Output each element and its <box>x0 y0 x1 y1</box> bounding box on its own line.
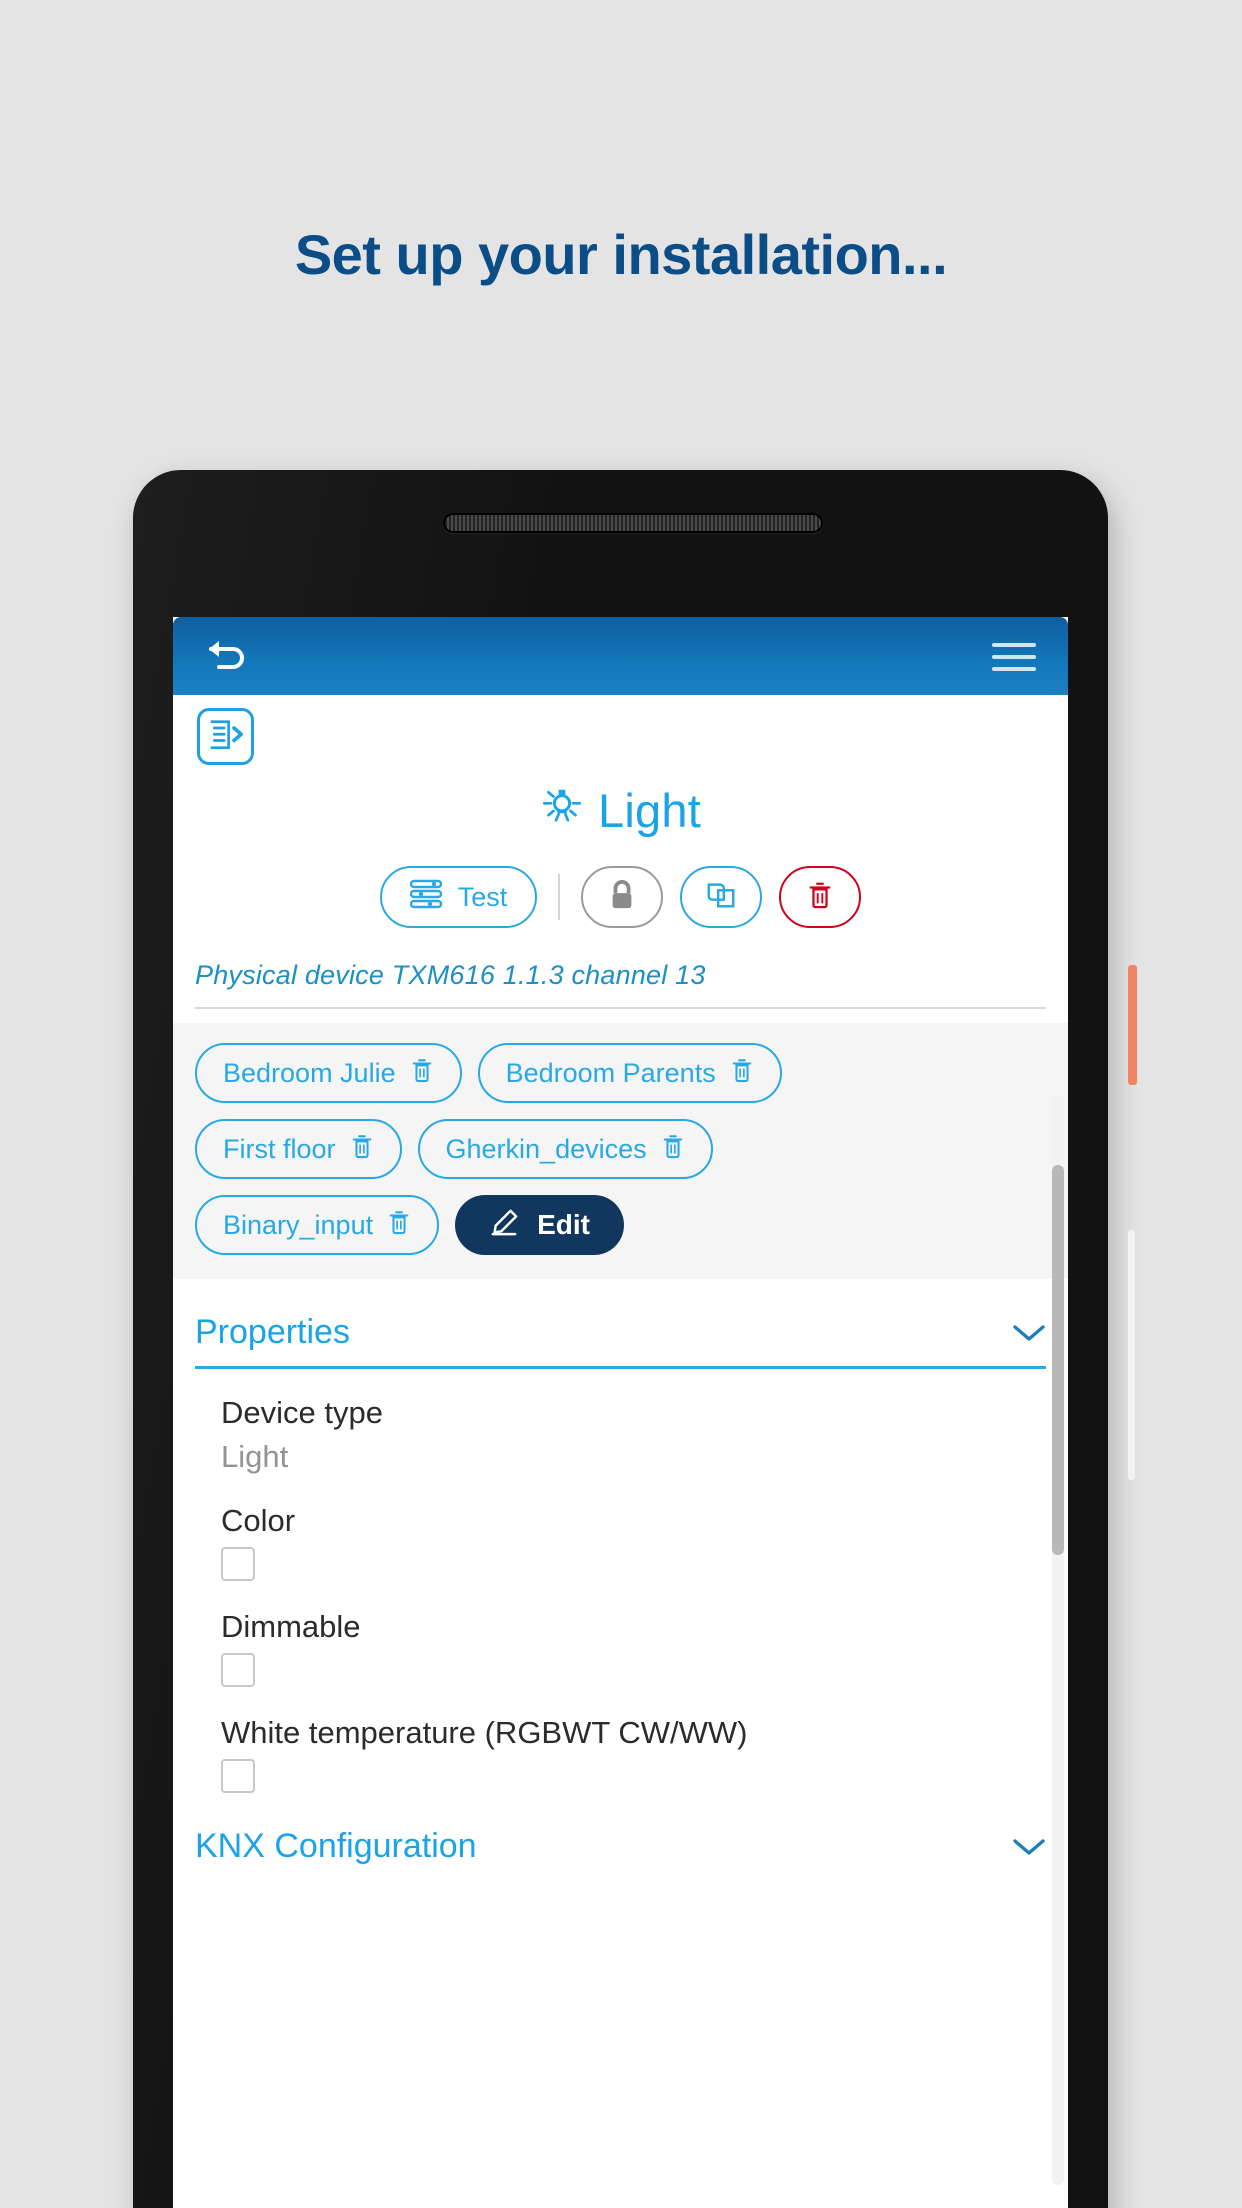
field-label: Color <box>221 1503 296 1538</box>
copy-icon <box>705 879 737 916</box>
field-value: Light <box>221 1439 289 1474</box>
phone-earpiece-speaker <box>443 513 823 533</box>
hamburger-bar <box>992 655 1036 659</box>
phone-volume-button[interactable] <box>1128 1230 1135 1480</box>
tags-panel: Bedroom Julie Bedroom Parents First floo… <box>173 1023 1068 1279</box>
tag-label: Binary_input <box>223 1209 374 1240</box>
page-title: Set up your installation... <box>294 223 948 286</box>
dimmable-checkbox[interactable] <box>221 1653 255 1687</box>
app-header-bar <box>173 617 1068 695</box>
tag-chip[interactable]: First floor <box>195 1119 402 1179</box>
field-label: White temperature (RGBWT CW/WW) <box>221 1715 748 1750</box>
hamburger-bar <box>992 667 1036 671</box>
tag-label: Bedroom Julie <box>223 1057 396 1088</box>
delete-button[interactable] <box>779 866 862 928</box>
trash-icon[interactable] <box>387 1208 411 1243</box>
edit-button-label: Edit <box>537 1209 590 1240</box>
field-label: Dimmable <box>221 1609 361 1644</box>
hamburger-bar <box>992 643 1036 647</box>
field-label: Device type <box>221 1395 383 1430</box>
lock-button[interactable] <box>581 866 664 928</box>
tag-label: Bedroom Parents <box>505 1057 716 1088</box>
section-properties-header[interactable]: Properties <box>195 1313 1046 1369</box>
section-title: Properties <box>195 1313 350 1351</box>
field-device-type: Device type Light <box>221 1395 1046 1475</box>
page-root: Set up your installation... Light Test P… <box>0 0 1242 2208</box>
trash-icon[interactable] <box>730 1056 754 1091</box>
test-button-label: Test <box>457 881 508 912</box>
phone-power-button[interactable] <box>1128 965 1137 1085</box>
tag-chip[interactable]: Bedroom Julie <box>195 1043 462 1103</box>
document-list-icon[interactable] <box>197 708 254 765</box>
scrollbar-thumb[interactable] <box>1052 1165 1064 1555</box>
color-checkbox[interactable] <box>221 1547 255 1581</box>
field-white-temperature: White temperature (RGBWT CW/WW) <box>221 1715 1046 1793</box>
app-viewport: Light Test Physical device TXM616 1.1.3 … <box>173 617 1068 2208</box>
white-temperature-checkbox[interactable] <box>221 1759 255 1793</box>
trash-icon[interactable] <box>350 1132 374 1167</box>
chevron-down-icon[interactable] <box>1012 1323 1046 1343</box>
pencil-icon <box>489 1208 519 1243</box>
device-title-row: Light <box>173 695 1068 838</box>
action-divider <box>558 874 561 920</box>
chevron-down-icon[interactable] <box>1012 1837 1046 1857</box>
field-color: Color <box>221 1503 1046 1581</box>
properties-fields: Device type Light Color Dimmable White t… <box>173 1369 1068 1793</box>
section-divider <box>195 1007 1046 1009</box>
section-knx-configuration-header[interactable]: KNX Configuration <box>195 1827 1046 1866</box>
back-arrow-icon[interactable] <box>203 636 251 676</box>
copy-button[interactable] <box>680 866 763 928</box>
field-dimmable: Dimmable <box>221 1609 1046 1687</box>
tags-row: Bedroom Julie Bedroom Parents <box>173 1043 1068 1103</box>
tag-label: Gherkin_devices <box>445 1133 647 1164</box>
section-title: KNX Configuration <box>195 1827 477 1865</box>
sliders-list-icon <box>409 879 444 916</box>
app-content: Light Test Physical device TXM616 1.1.3 … <box>173 695 1068 2208</box>
trash-icon[interactable] <box>661 1132 685 1167</box>
lock-icon <box>607 878 637 917</box>
tag-chip[interactable]: Bedroom Parents <box>477 1043 782 1103</box>
edit-button[interactable]: Edit <box>455 1195 624 1255</box>
trash-icon[interactable] <box>410 1056 434 1091</box>
trash-icon <box>806 879 834 916</box>
tag-chip[interactable]: Gherkin_devices <box>417 1119 713 1179</box>
physical-device-label: Physical device TXM616 1.1.3 channel 13 <box>195 960 706 990</box>
device-title-text: Light <box>598 784 701 837</box>
light-bulb-icon <box>540 783 584 838</box>
tags-row: Binary_input Edit <box>173 1195 1068 1255</box>
test-button[interactable]: Test <box>379 866 538 928</box>
tag-chip[interactable]: Binary_input <box>195 1195 440 1255</box>
hamburger-menu-icon[interactable] <box>992 643 1036 671</box>
tag-label: First floor <box>223 1133 336 1164</box>
device-action-buttons: Test <box>173 866 1068 928</box>
tags-row: First floor Gherkin_devices <box>173 1119 1068 1179</box>
